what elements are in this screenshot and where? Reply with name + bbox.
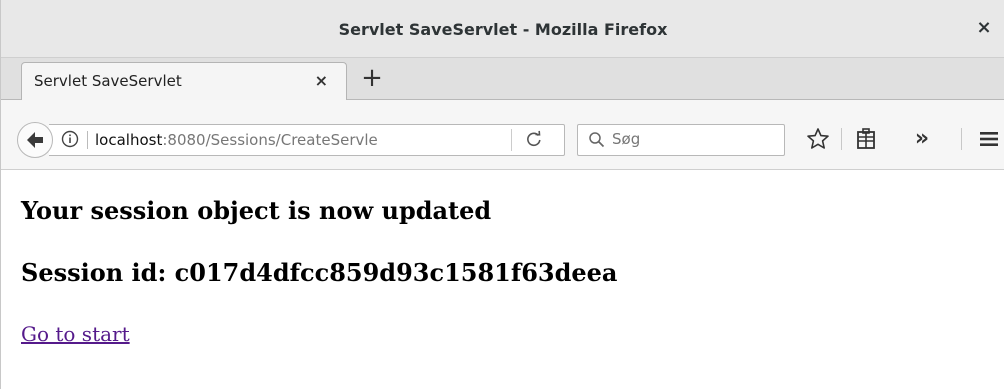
reload-separator — [511, 129, 512, 151]
tab-strip: Servlet SaveServlet × — [1, 58, 1004, 100]
back-button[interactable] — [17, 122, 53, 158]
overflow-chevrons-icon[interactable]: » — [909, 126, 935, 152]
tab-servlet-saveservlet[interactable]: Servlet SaveServlet × — [21, 62, 347, 100]
new-tab-button[interactable]: + — [359, 64, 385, 92]
back-arrow-icon — [27, 132, 43, 148]
info-icon[interactable] — [61, 130, 79, 148]
search-placeholder: Søg — [612, 130, 641, 148]
page-heading: Your session object is now updated — [21, 196, 492, 225]
title-bar[interactable]: Servlet SaveServlet - Mozilla Firefox × — [1, 0, 1004, 58]
url-host: localhost — [95, 131, 163, 149]
hamburger-menu-icon[interactable] — [977, 126, 1001, 152]
url-bar[interactable]: localhost:8080/Sessions/CreateServle — [49, 124, 565, 156]
toolbar-separator — [841, 128, 842, 150]
toolbar-separator — [961, 128, 962, 150]
go-to-start-link[interactable]: Go to start — [21, 322, 130, 346]
url-path: :8080/Sessions/CreateServle — [162, 131, 378, 149]
bookmark-star-icon[interactable] — [805, 126, 831, 152]
tab-close-button[interactable]: × — [315, 71, 328, 90]
reading-list-icon[interactable] — [853, 126, 879, 152]
session-id-heading: Session id: c017d4dfcc859d93c1581f63deea — [21, 258, 618, 287]
reload-icon[interactable] — [525, 130, 543, 148]
tab-label: Servlet SaveServlet — [34, 72, 182, 90]
window-close-button[interactable]: × — [975, 18, 993, 38]
window-title: Servlet SaveServlet - Mozilla Firefox — [338, 20, 668, 39]
navigation-toolbar: localhost:8080/Sessions/CreateServle Søg — [1, 100, 1004, 170]
search-box[interactable]: Søg — [577, 124, 785, 156]
search-icon — [589, 132, 605, 148]
browser-window: Servlet SaveServlet - Mozilla Firefox × … — [0, 0, 1004, 389]
url-text[interactable]: localhost:8080/Sessions/CreateServle — [95, 131, 378, 149]
url-separator — [87, 131, 88, 149]
